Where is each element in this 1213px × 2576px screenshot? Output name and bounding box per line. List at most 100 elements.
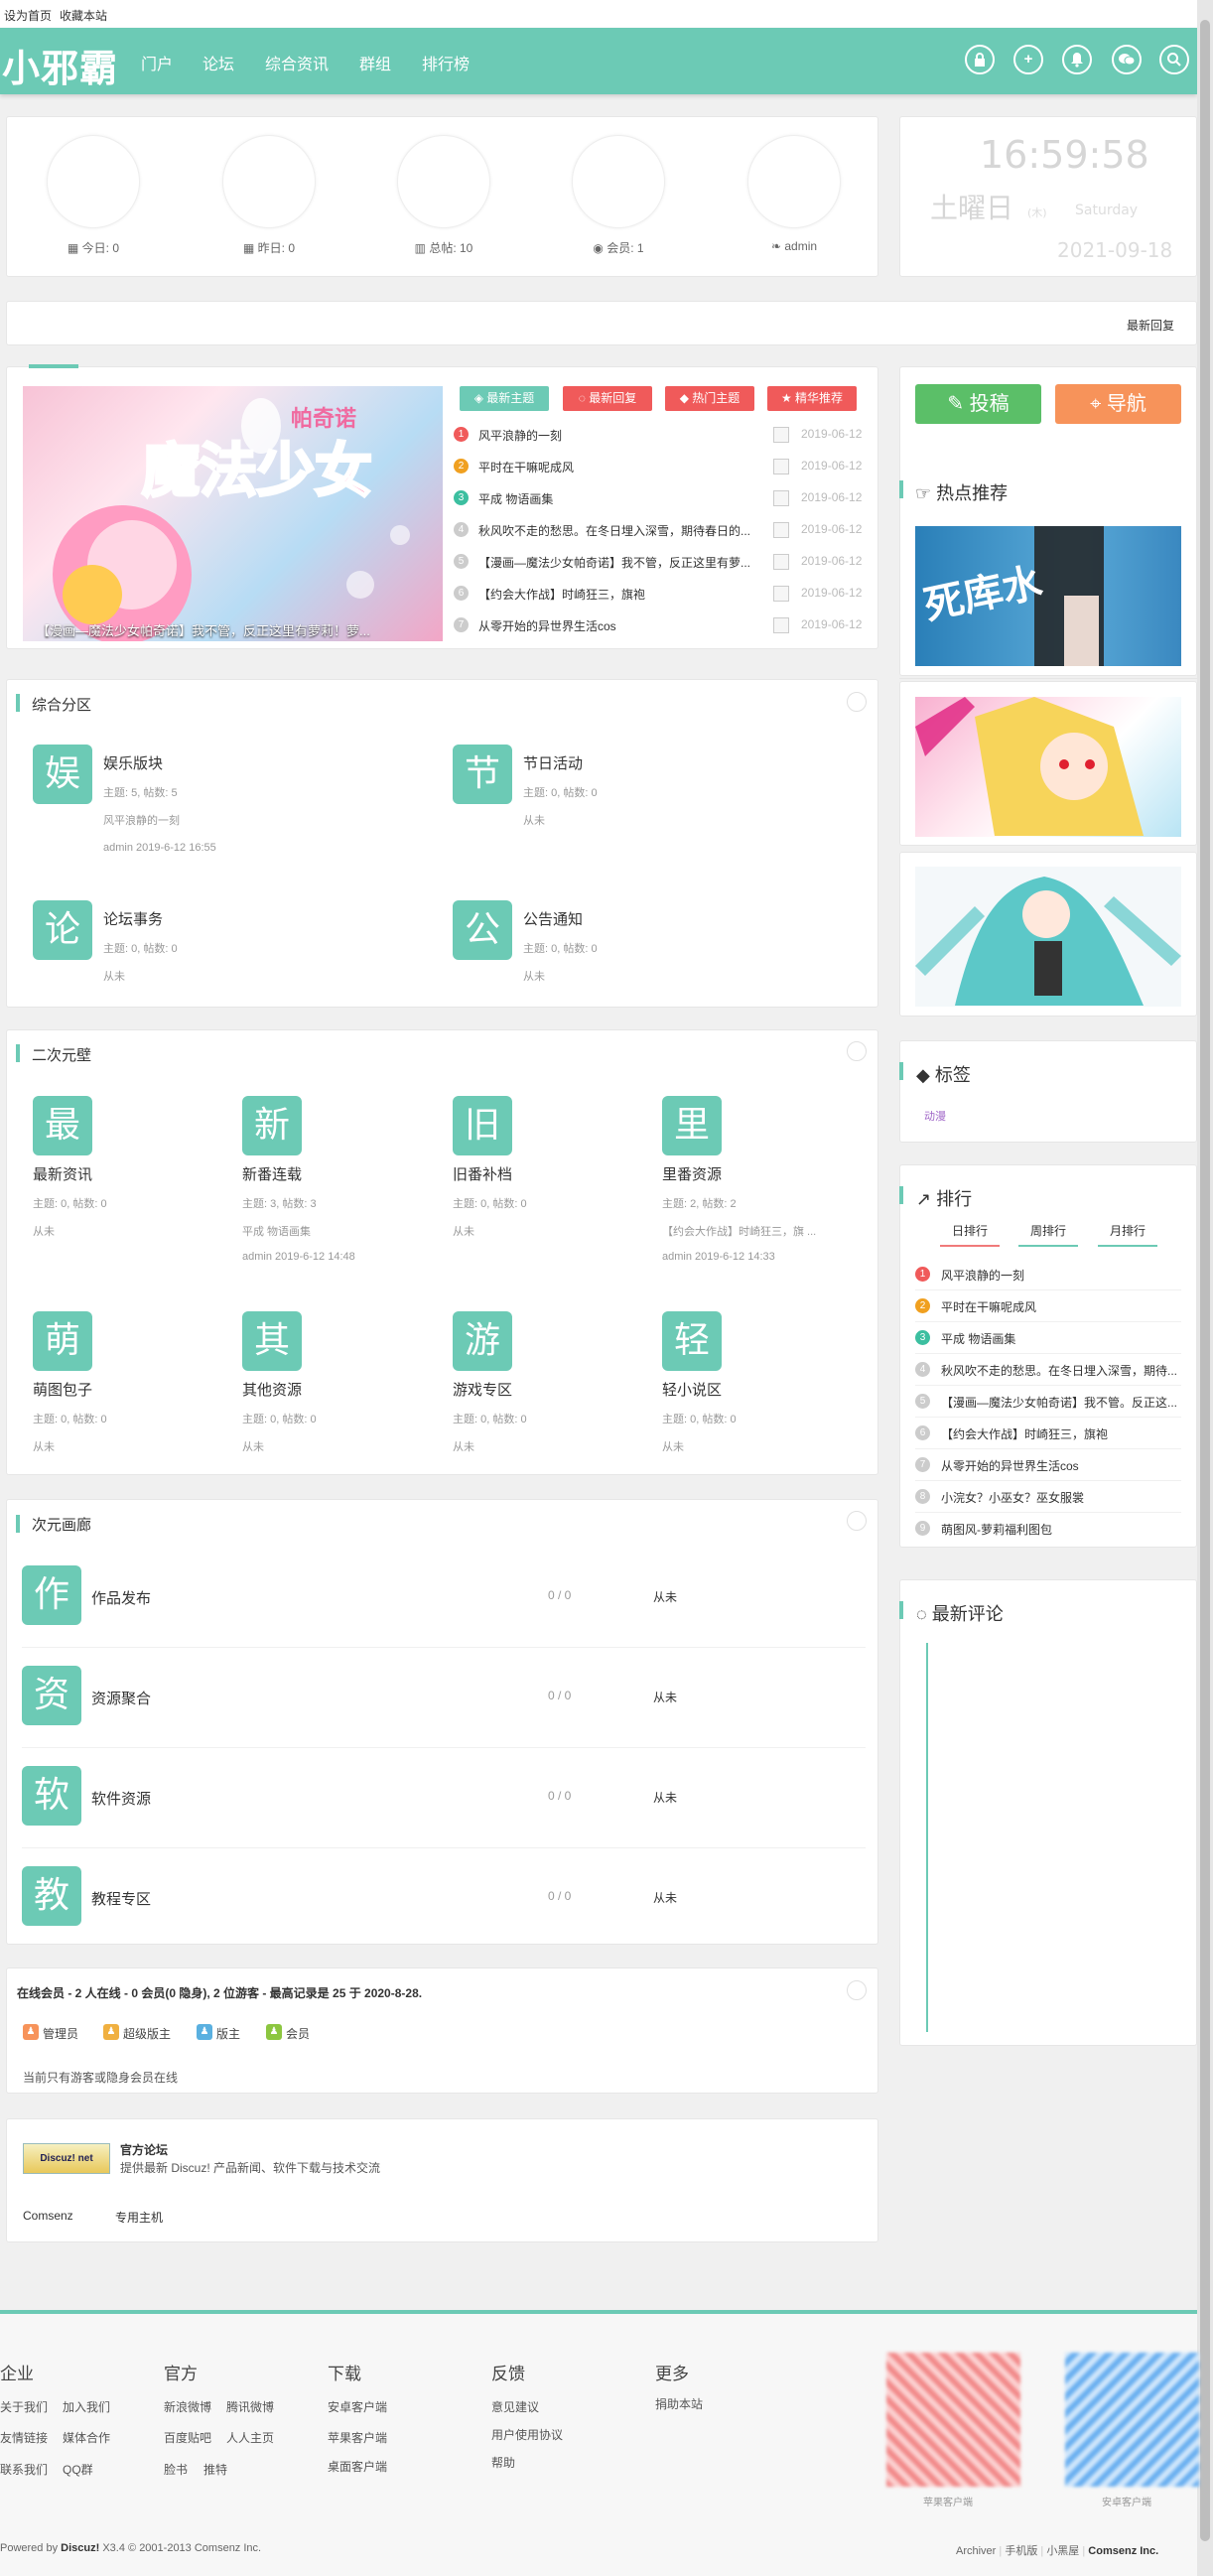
ranking-item[interactable]: 9 萌图风-萝莉福利图包: [915, 1513, 1181, 1545]
plus-icon[interactable]: +: [1013, 45, 1043, 74]
forum-name[interactable]: 公告通知: [523, 908, 583, 929]
tab-hot-threads[interactable]: ◆ 热门主题: [665, 386, 754, 411]
forum-icon[interactable]: 娱: [33, 745, 92, 804]
hot-list-item[interactable]: 1 风平浪静的一刻 2019-06-12: [454, 424, 866, 446]
hot-list-item[interactable]: 5 【漫画—魔法少女帕奇诺】我不管，反正这里有萝... 2019-06-12: [454, 551, 866, 573]
forum-icon[interactable]: 游: [453, 1311, 512, 1371]
nav-groups[interactable]: 群组: [359, 51, 391, 74]
forum-name[interactable]: 教程专区: [91, 1888, 151, 1909]
ranking-item[interactable]: 7 从零开始的异世界生活cos: [915, 1449, 1181, 1481]
forum-icon[interactable]: 论: [33, 900, 92, 960]
footer-link[interactable]: 百度贴吧: [164, 2429, 211, 2446]
stat-newest-member[interactable]: ❧ admin: [725, 239, 864, 253]
link-comsenz[interactable]: Comsenz: [23, 2209, 73, 2223]
mobile-link[interactable]: 手机版: [1005, 2545, 1037, 2557]
footer-link[interactable]: 友情链接: [0, 2429, 48, 2446]
search-icon[interactable]: [1159, 45, 1189, 74]
footer-link[interactable]: 联系我们: [0, 2461, 48, 2478]
set-home-link[interactable]: 设为首页: [4, 7, 52, 24]
ranking-item[interactable]: 8 小浣女？小巫女？巫女服裳: [915, 1481, 1181, 1513]
link-hosting[interactable]: 专用主机: [115, 2209, 163, 2226]
nav-portal[interactable]: 门户: [141, 51, 173, 74]
footer-link[interactable]: 意见建议: [491, 2398, 539, 2415]
ranking-item[interactable]: 3 平成 物语画集: [915, 1322, 1181, 1354]
tab-monthly-ranking[interactable]: 月排行: [1098, 1222, 1157, 1247]
collapse-toggle[interactable]: [847, 1041, 867, 1061]
forum-last-post[interactable]: 【约会大作战】时崎狂三，旗 ...: [662, 1223, 816, 1239]
recommend-image-3[interactable]: [915, 867, 1181, 1007]
recommend-image-2[interactable]: [915, 697, 1181, 837]
forum-icon[interactable]: 节: [453, 745, 512, 804]
footer-link[interactable]: 新浪微博: [164, 2398, 211, 2415]
forum-icon[interactable]: 旧: [453, 1096, 512, 1155]
avatar[interactable]: [773, 617, 789, 633]
forum-name[interactable]: 资源聚合: [91, 1688, 151, 1708]
forum-icon[interactable]: 萌: [33, 1311, 92, 1371]
post-button[interactable]: ✎ 投稿: [915, 384, 1041, 424]
avatar[interactable]: [773, 554, 789, 570]
forum-icon[interactable]: 新: [242, 1096, 302, 1155]
hot-list-item[interactable]: 2 平时在干嘛呢成风 2019-06-12: [454, 456, 866, 477]
archiver-link[interactable]: Archiver: [956, 2545, 996, 2557]
avatar[interactable]: [773, 459, 789, 475]
forum-icon[interactable]: 轻: [662, 1311, 722, 1371]
discuz-brand-link[interactable]: Discuz!: [61, 2542, 99, 2554]
forum-name[interactable]: 最新资讯: [33, 1163, 92, 1184]
tab-weekly-ranking[interactable]: 周排行: [1018, 1222, 1078, 1247]
banner-image[interactable]: 魔法少女 帕奇诺 【漫画—魔法少女帕奇诺】我不管，反正这里有萝莉！萝...: [23, 386, 443, 641]
forum-name[interactable]: 轻小说区: [662, 1379, 722, 1400]
footer-link[interactable]: 安卓客户端: [328, 2398, 387, 2415]
footer-link[interactable]: 帮助: [491, 2454, 515, 2471]
footer-link[interactable]: 用户使用协议: [491, 2426, 563, 2443]
forum-icon[interactable]: 教: [22, 1866, 81, 1926]
forum-name[interactable]: 游戏专区: [453, 1379, 512, 1400]
banner-caption[interactable]: 【漫画—魔法少女帕奇诺】我不管，反正这里有萝莉！萝...: [37, 620, 434, 639]
footer-link[interactable]: 媒体合作: [63, 2429, 110, 2446]
forum-icon[interactable]: 公: [453, 900, 512, 960]
blacklist-link[interactable]: 小黑屋: [1046, 2545, 1079, 2557]
forum-icon[interactable]: 软: [22, 1766, 81, 1826]
ranking-item[interactable]: 4 秋风吹不走的愁思。在冬日埋入深雪，期待...: [915, 1354, 1181, 1386]
ranking-item[interactable]: 5 【漫画—魔法少女帕奇诺】我不管。反正这...: [915, 1386, 1181, 1418]
footer-link[interactable]: 捐助本站: [655, 2395, 703, 2412]
forum-icon[interactable]: 里: [662, 1096, 722, 1155]
nav-ranking[interactable]: 排行榜: [422, 51, 470, 74]
avatar[interactable]: [773, 490, 789, 506]
forum-name[interactable]: 里番资源: [662, 1163, 722, 1184]
ranking-item[interactable]: 2 平时在干嘛呢成风: [915, 1290, 1181, 1322]
avatar[interactable]: [773, 586, 789, 602]
footer-link[interactable]: 脸书: [164, 2461, 188, 2478]
footer-link[interactable]: 人人主页: [226, 2429, 274, 2446]
tag-item[interactable]: 动漫: [924, 1108, 946, 1124]
collapse-toggle[interactable]: [847, 1511, 867, 1531]
hot-list-item[interactable]: 7 从零开始的异世界生活cos 2019-06-12: [454, 614, 866, 636]
ranking-item[interactable]: 1 风平浪静的一刻: [915, 1259, 1181, 1290]
footer-link[interactable]: QQ群: [63, 2461, 93, 2478]
forum-last-post[interactable]: 风平浪静的一刻: [103, 812, 180, 828]
footer-link[interactable]: 腾讯微博: [226, 2398, 274, 2415]
tab-latest-threads[interactable]: ◈ 最新主题: [460, 386, 549, 411]
avatar[interactable]: [773, 427, 789, 443]
collapse-toggle[interactable]: [847, 1980, 867, 2000]
tab-daily-ranking[interactable]: 日排行: [940, 1222, 1000, 1247]
forum-name[interactable]: 论坛事务: [103, 908, 163, 929]
hot-list-item[interactable]: 4 秋风吹不走的愁思。在冬日埋入深雪，期待春日的... 2019-06-12: [454, 519, 866, 541]
bookmark-link[interactable]: 收藏本站: [60, 7, 107, 24]
lock-icon[interactable]: [965, 45, 995, 74]
ranking-item[interactable]: 6 【约会大作战】时崎狂三，旗袍: [915, 1418, 1181, 1449]
scrollbar-thumb[interactable]: [1200, 20, 1210, 2541]
nav-news[interactable]: 综合资讯: [265, 51, 329, 74]
forum-name[interactable]: 作品发布: [91, 1587, 151, 1608]
collapse-toggle[interactable]: [847, 692, 867, 712]
footer-link[interactable]: 桌面客户端: [328, 2458, 387, 2475]
forum-last-post[interactable]: 平成 物语画集: [242, 1223, 311, 1239]
forum-name[interactable]: 其他资源: [242, 1379, 302, 1400]
footer-link[interactable]: 关于我们: [0, 2398, 48, 2415]
forum-icon[interactable]: 其: [242, 1311, 302, 1371]
forum-name[interactable]: 软件资源: [91, 1788, 151, 1809]
nav-forum[interactable]: 论坛: [202, 51, 234, 74]
chat-icon[interactable]: [1112, 45, 1142, 74]
forum-name[interactable]: 娱乐版块: [103, 752, 163, 773]
footer-link[interactable]: 推特: [203, 2461, 227, 2478]
latest-reply-link[interactable]: 最新回复: [1127, 317, 1174, 334]
